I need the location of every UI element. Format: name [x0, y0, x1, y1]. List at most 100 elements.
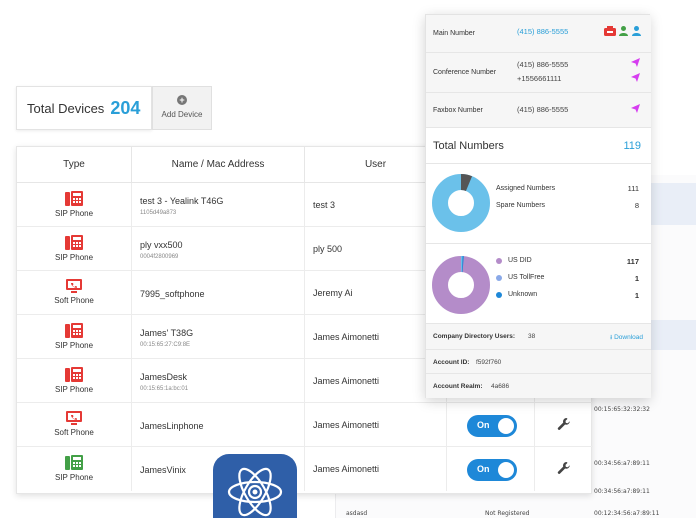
device-type-label: SIP Phone [54, 209, 94, 218]
sip-phone-icon [65, 235, 83, 250]
send-icon[interactable] [631, 73, 640, 82]
sip-phone-icon [65, 455, 83, 470]
total-numbers-label: Total Numbers [433, 140, 504, 152]
device-type-cell: SIP Phone [17, 315, 132, 359]
background-time: 00:34:56:a7:89:11 [594, 460, 650, 467]
us-did-label: US DID [508, 257, 532, 264]
faxbox-number-row[interactable]: Faxbox Number (415) 886-5555 [426, 93, 651, 128]
device-type-label: Soft Phone [54, 428, 94, 437]
device-name-cell[interactable]: JamesDesk 00:15:65:1a:bc:01 [132, 359, 305, 403]
device-type-cell: Soft Phone [17, 271, 132, 315]
column-header-type[interactable]: Type [17, 147, 132, 183]
atom-gear-icon [227, 467, 283, 517]
assignment-chart-section: Assigned Numbers 111 Spare Numbers 8 [426, 164, 651, 244]
send-icon[interactable] [631, 104, 640, 113]
device-user[interactable]: James Aimonetti [305, 403, 447, 447]
tool-cell [535, 403, 593, 447]
sip-phone-icon [65, 367, 83, 382]
tool-cell [535, 447, 593, 491]
faxbox-number-value[interactable]: (415) 886-5555 [517, 105, 568, 114]
device-name[interactable]: ply vxx500 [140, 240, 304, 250]
toggle-label: On [477, 464, 490, 474]
device-type-cell: SIP Phone [17, 359, 132, 403]
background-time: 00:34:56:a7:89:11 [594, 488, 650, 495]
us-did-value: 117 [626, 257, 639, 266]
device-type-label: SIP Phone [54, 341, 94, 350]
account-realm-row: Account Realm: 4a686 [426, 374, 651, 398]
spare-numbers-label: Spare Numbers [496, 202, 546, 209]
account-id-value: f592f760 [476, 359, 502, 366]
fax-icon [604, 26, 616, 36]
device-mac: 00:15:65:1a:bc:01 [140, 386, 189, 392]
background-status: Not Registered [485, 510, 530, 517]
device-type-cell: SIP Phone [17, 183, 132, 227]
assigned-numbers-label: Assigned Numbers [496, 185, 556, 192]
column-header-name[interactable]: Name / Mac Address [132, 147, 305, 183]
device-name[interactable]: 7995_softphone [140, 289, 304, 299]
soft-phone-icon [66, 411, 82, 425]
account-id-row: Account ID: f592f760 [426, 350, 651, 374]
us-tollfree-dot [496, 275, 502, 281]
device-name-cell[interactable]: 7995_softphone [132, 271, 305, 315]
directory-users-value: 38 [528, 333, 536, 340]
sip-phone-icon [65, 323, 83, 338]
us-tollfree-value: 1 [634, 274, 639, 283]
device-type-label: SIP Phone [54, 253, 94, 262]
conference-number-label: Conference Number [433, 69, 497, 76]
conference-number-value[interactable]: (415) 886-5555 [517, 60, 568, 69]
enable-toggle[interactable]: On [467, 459, 517, 481]
toggle-label: On [477, 420, 490, 430]
add-device-button[interactable]: + Add Device [152, 86, 212, 130]
number-type-donut [432, 256, 490, 314]
us-did-dot [496, 258, 502, 264]
device-type-cell: SIP Phone [17, 447, 132, 491]
send-icon[interactable] [631, 58, 640, 67]
main-number-row[interactable]: Main Number (415) 886-5555 [426, 15, 651, 53]
toggle-knob [498, 418, 514, 434]
unknown-label: Unknown [508, 291, 538, 298]
background-row: asdasd Not Registered 00:12:34:56:a7:89:… [340, 502, 659, 518]
assigned-numbers-value: 111 [627, 184, 639, 193]
assignment-donut [432, 174, 490, 232]
download-label: Download [614, 334, 643, 341]
device-name-cell[interactable]: JamesLinphone [132, 403, 305, 447]
toggle-cell: On [447, 403, 535, 447]
total-numbers-value: 119 [623, 140, 641, 152]
device-name[interactable]: JamesDesk [140, 372, 304, 382]
number-type-chart-section: US DID 117 US TollFree 1 Unknown 1 [426, 244, 651, 324]
device-name[interactable]: JamesLinphone [140, 421, 304, 431]
add-device-label: Add Device [161, 110, 203, 119]
device-name[interactable]: test 3 - Yealink T46G [140, 196, 304, 206]
device-type-label: SIP Phone [54, 473, 94, 482]
device-name-cell[interactable]: test 3 - Yealink T46G 1105d49a873 [132, 183, 305, 227]
download-link[interactable]: ⭳ Download [610, 333, 643, 344]
account-realm-label: Account Realm: [433, 383, 483, 390]
device-mac: 1105d49a873 [140, 210, 177, 216]
soft-phone-icon [66, 279, 82, 293]
numbers-card: Main Number (415) 886-5555 Conference Nu… [425, 14, 651, 398]
directory-users-label: Company Directory Users: [433, 333, 515, 340]
device-name[interactable]: James' T38G [140, 328, 304, 338]
device-name-cell[interactable]: James' T38G 00:15:65:27:C9:8E [132, 315, 305, 359]
background-time: 00:12:34:56:a7:89:11 [594, 510, 660, 517]
background-name: asdasd [346, 510, 368, 517]
toggle-knob [498, 462, 514, 478]
total-numbers-row: Total Numbers 119 [426, 128, 651, 164]
conference-number-row[interactable]: Conference Number (415) 886-5555 +155666… [426, 53, 651, 93]
total-devices-count: 204 [110, 97, 141, 118]
device-type-label: Soft Phone [54, 296, 94, 305]
background-stripe [645, 320, 696, 350]
device-user[interactable]: James Aimonetti [305, 447, 447, 491]
device-type-cell: Soft Phone [17, 403, 132, 447]
toggle-cell: On [447, 447, 535, 491]
group-icon [632, 26, 641, 36]
enable-toggle[interactable]: On [467, 415, 517, 437]
conference-number-value[interactable]: +1556661111 [517, 74, 561, 83]
device-name-cell[interactable]: ply vxx500 0004f2800969 [132, 227, 305, 271]
wrench-icon[interactable] [557, 417, 571, 431]
table-row[interactable]: Soft Phone JamesLinphone James Aimonetti… [17, 403, 593, 447]
sip-phone-icon [65, 191, 83, 206]
table-row[interactable]: SIP Phone JamesVinix James Aimonetti On [17, 447, 593, 491]
wrench-icon[interactable] [557, 461, 571, 475]
main-number-value[interactable]: (415) 886-5555 [517, 27, 568, 36]
